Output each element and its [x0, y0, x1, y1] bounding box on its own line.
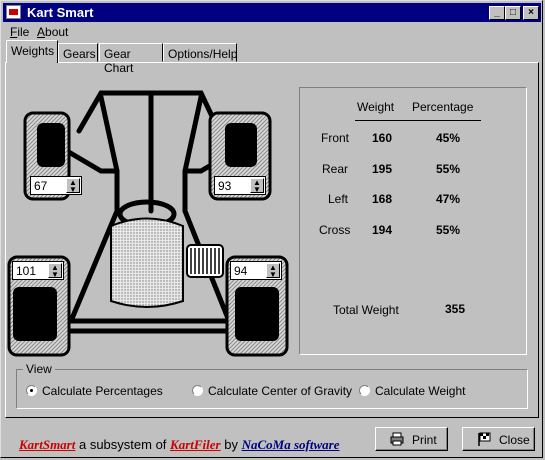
total-weight-label: Total Weight: [333, 303, 399, 317]
row-weight: 194: [372, 223, 393, 237]
footer-brand[interactable]: KartSmart: [19, 437, 75, 452]
minimize-button[interactable]: _: [489, 6, 505, 20]
header-divider: [355, 120, 481, 121]
row-weight: 168: [372, 192, 393, 206]
seat-icon: [110, 217, 184, 308]
footer-brand2[interactable]: KartFiler: [170, 437, 221, 452]
total-weight-value: 355: [445, 302, 466, 316]
radio-label: Calculate Percentages: [42, 384, 163, 398]
footer-text: a subsystem of: [78, 437, 167, 452]
rear-left-tire-icon: [13, 287, 57, 341]
front-right-tire-icon: [225, 123, 257, 167]
radio-label: Calculate Weight: [375, 384, 466, 398]
row-percentage: 55%: [436, 162, 461, 176]
close-button-label: Close: [499, 433, 530, 447]
engine-icon: [186, 244, 224, 278]
print-button-label: Print: [412, 433, 437, 447]
row-weight: 160: [372, 131, 393, 145]
maximize-button[interactable]: □: [505, 6, 521, 20]
row-label: Cross: [319, 223, 351, 237]
print-button[interactable]: Print: [375, 427, 448, 451]
rear-right-weight-input[interactable]: 94 ▲ ▼: [230, 261, 282, 280]
view-group-label: View: [23, 362, 55, 376]
main-window: Kart Smart _ □ × File About Weights Gear…: [0, 0, 543, 458]
front-left-weight-input[interactable]: 67 ▲ ▼: [30, 176, 82, 195]
front-right-weight-input[interactable]: 93 ▲ ▼: [214, 176, 266, 195]
row-percentage: 45%: [436, 131, 461, 145]
radio-selected-icon[interactable]: [26, 385, 37, 396]
row-percentage: 55%: [436, 223, 461, 237]
front-left-weight-value: 67: [34, 179, 48, 193]
printer-icon: [390, 432, 404, 446]
rear-left-weight-value: 101: [16, 264, 37, 278]
radio-unselected-icon[interactable]: [192, 385, 203, 396]
spinner-icon[interactable]: ▲ ▼: [266, 263, 280, 279]
col-weight-header: Weight: [357, 100, 395, 114]
rear-left-weight-input[interactable]: 101 ▲ ▼: [12, 261, 64, 280]
front-left-tire-icon: [37, 123, 65, 167]
footer-credits: KartSmart a subsystem of KartFiler by Na…: [19, 437, 339, 453]
rear-right-tire-icon: [235, 287, 279, 341]
footer-company[interactable]: NaCoMa software: [242, 437, 340, 452]
checkered-flag-icon: [478, 432, 491, 446]
tab-weights[interactable]: Weights: [6, 40, 58, 63]
front-right-weight-value: 93: [218, 179, 232, 193]
close-button[interactable]: Close: [462, 427, 535, 451]
row-weight: 195: [372, 162, 393, 176]
col-percentage-header: Percentage: [412, 100, 474, 114]
spinner-icon[interactable]: ▲ ▼: [48, 263, 62, 279]
spinner-icon[interactable]: ▲ ▼: [66, 178, 80, 194]
footer-by: by: [224, 437, 238, 452]
row-label: Rear: [322, 162, 349, 176]
spinner-icon[interactable]: ▲ ▼: [250, 178, 264, 194]
close-window-button[interactable]: ×: [523, 6, 539, 20]
row-label: Left: [328, 192, 349, 206]
rear-right-weight-value: 94: [234, 264, 248, 278]
radio-unselected-icon[interactable]: [359, 385, 370, 396]
row-percentage: 47%: [436, 192, 461, 206]
radio-label: Calculate Center of Gravity: [208, 384, 353, 398]
row-label: Front: [321, 131, 350, 145]
